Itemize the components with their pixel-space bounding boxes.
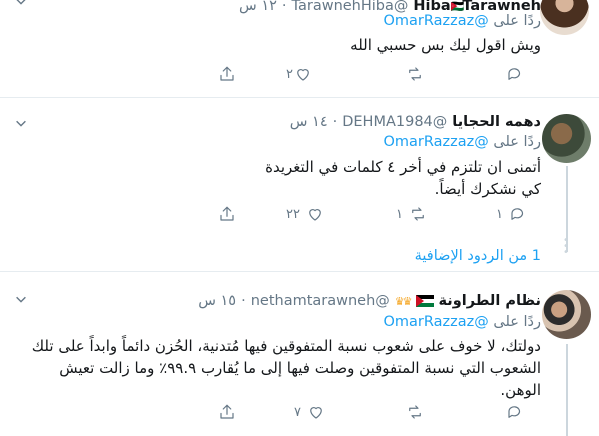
tweet-text-line: كي نشكرك أيضاً. [434, 180, 541, 198]
handle[interactable]: @nethamtarawneh [251, 293, 390, 309]
reply-icon [508, 406, 521, 418]
thread-dots: • • • [563, 235, 569, 258]
like-icon [297, 69, 309, 81]
like-icon [309, 209, 321, 221]
share-icon [220, 66, 234, 81]
display-name[interactable]: نظام الطراونة [439, 293, 541, 309]
reply-button[interactable] [506, 64, 524, 84]
timestamp[interactable]: ١٢ س [239, 0, 277, 14]
avatar[interactable] [540, 0, 589, 35]
flag-jordan-icon [415, 295, 434, 307]
like-icon [310, 407, 322, 419]
separator-dot: · [281, 0, 287, 14]
caret-down-icon[interactable] [14, 292, 30, 308]
tweet-1[interactable]: Hiba🇯🇴Tarawneh @TarawnehHiba · ١٢ س ردًا… [0, 0, 599, 98]
reply-to-link[interactable]: @OmarRazzaz [384, 134, 489, 150]
like-count: ٢ [286, 66, 293, 82]
share-button[interactable] [218, 402, 236, 422]
avatar[interactable] [542, 290, 591, 339]
tweet-3[interactable]: نظام الطراونة ♛♛ @nethamtarawneh · ١٥ س … [0, 272, 599, 436]
timestamp[interactable]: ١٥ س [198, 293, 236, 309]
like-count: ٧ [294, 404, 301, 420]
handle[interactable]: @TarawnehHiba [292, 0, 409, 14]
share-icon [220, 206, 234, 221]
tweet-text-line: دولتك، لا خوف على شعوب نسبة المتفوقين في… [31, 337, 541, 355]
tweet-header: نظام الطراونة ♛♛ @nethamtarawneh · ١٥ س [198, 291, 541, 311]
retweet-button[interactable]: ١ [396, 204, 427, 224]
retweet-icon [409, 67, 421, 81]
tweet-text-line: الوهن. [500, 381, 541, 399]
retweet-count: ١ [396, 206, 403, 222]
avatar[interactable] [542, 114, 591, 163]
tweet-actions: ٧ [210, 402, 540, 422]
separator-dot: · [241, 293, 246, 309]
tweet-text: ويش اقول ليك بس حسبي الله [350, 36, 541, 54]
caret-down-icon[interactable] [14, 0, 30, 10]
separator-dot: · [332, 114, 338, 130]
like-button[interactable]: ٧ [294, 402, 325, 422]
display-name[interactable]: Hiba🇯🇴Tarawneh [413, 0, 541, 14]
reply-button[interactable]: ١ [496, 204, 527, 224]
reply-icon [511, 208, 524, 220]
retweet-button[interactable] [406, 402, 424, 422]
display-name[interactable]: دهمه الحجايا [452, 114, 541, 130]
handle[interactable]: @DEHMA1984 [342, 114, 447, 130]
reply-count: ١ [496, 206, 503, 222]
caret-down-icon[interactable] [14, 116, 30, 132]
retweet-icon [409, 405, 421, 419]
timestamp[interactable]: ١٤ س [290, 114, 328, 130]
reply-button[interactable] [506, 402, 524, 422]
flag-icon: 🇯🇴 [450, 0, 465, 13]
reply-to-link[interactable]: @OmarRazzaz [384, 13, 489, 29]
share-button[interactable] [218, 204, 236, 224]
replying-to: ردًا على @OmarRazzaz [383, 134, 542, 150]
replying-to: ردًا على @OmarRazzaz [383, 13, 542, 29]
reply-to-link[interactable]: @OmarRazzaz [384, 314, 489, 330]
show-more-replies-link[interactable]: 1 من الردود الإضافية [415, 248, 541, 264]
tweet-text-line: أتمنى ان تلتزم في أخر ٤ كلمات في التغريد… [265, 158, 541, 176]
tweet-text: دولتك، لا خوف على شعوب نسبة المتفوقين في… [32, 335, 541, 401]
thread-line [566, 344, 568, 436]
like-button[interactable]: ٢٢ [286, 204, 324, 224]
share-button[interactable] [218, 64, 236, 84]
tweet-2[interactable]: دهمه الحجايا @DEHMA1984 · ١٤ س ردًا على … [0, 98, 599, 272]
tweet-text: أتمنى ان تلتزم في أخر ٤ كلمات في التغريد… [265, 156, 541, 200]
crown-icon: ♛♛ [394, 294, 413, 308]
reply-icon [508, 68, 521, 80]
retweet-button[interactable] [406, 64, 424, 84]
replying-to: ردًا على @OmarRazzaz [383, 314, 542, 330]
tweet-header: دهمه الحجايا @DEHMA1984 · ١٤ س [290, 112, 541, 132]
tweet-actions: ٢٢ ١ ١ [210, 204, 540, 224]
retweet-icon [412, 207, 424, 221]
tweet-text-line: الشعوب التي نسبة المتفوقين وصلت فيها إلى… [59, 359, 541, 377]
like-count: ٢٢ [286, 206, 300, 222]
share-icon [220, 404, 234, 419]
tweet-actions: ٢ [210, 64, 540, 84]
